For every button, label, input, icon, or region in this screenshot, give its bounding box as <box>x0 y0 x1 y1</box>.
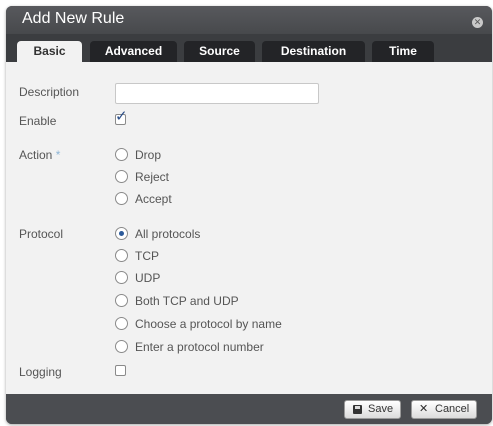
protocol-radio-tcp[interactable] <box>115 249 128 262</box>
tab-destination[interactable]: Destination <box>262 41 365 62</box>
close-icon[interactable]: ✕ <box>472 17 483 28</box>
tab-bar: Basic Advanced Source Destination Time <box>6 34 492 62</box>
protocol-option-tcp[interactable]: TCP <box>135 249 159 263</box>
required-marker: * <box>55 148 61 162</box>
save-button[interactable]: Save <box>344 400 401 419</box>
action-option-accept[interactable]: Accept <box>135 192 172 206</box>
protocol-option-by-name[interactable]: Choose a protocol by name <box>135 317 282 331</box>
cancel-button[interactable]: ✕ Cancel <box>411 400 477 419</box>
dialog-titlebar[interactable]: Add New Rule ✕ <box>6 6 492 34</box>
enable-label: Enable <box>19 114 57 128</box>
protocol-option-all[interactable]: All protocols <box>135 227 200 241</box>
action-option-drop[interactable]: Drop <box>135 148 161 162</box>
protocol-option-by-number[interactable]: Enter a protocol number <box>135 340 264 354</box>
action-radio-drop[interactable] <box>115 148 128 161</box>
dialog-title: Add New Rule <box>22 10 125 27</box>
save-button-label: Save <box>368 403 394 415</box>
dialog-footer: Save ✕ Cancel <box>6 394 492 424</box>
cancel-button-label: Cancel <box>435 403 470 415</box>
checkmark-icon: ✓ <box>115 108 128 125</box>
action-label-text: Action <box>19 148 53 162</box>
protocol-radio-by-name[interactable] <box>115 317 128 330</box>
protocol-radio-all[interactable] <box>115 227 128 240</box>
protocol-radio-by-number[interactable] <box>115 340 128 353</box>
basic-tab-panel: Description Enable ✓ Action * Drop Rejec… <box>6 62 492 394</box>
protocol-option-udp[interactable]: UDP <box>135 271 160 285</box>
action-option-reject[interactable]: Reject <box>135 170 169 184</box>
action-radio-accept[interactable] <box>115 192 128 205</box>
enable-checkbox[interactable]: ✓ <box>115 109 128 125</box>
tab-time[interactable]: Time <box>372 41 434 62</box>
save-icon <box>353 405 362 414</box>
protocol-radio-both[interactable] <box>115 294 128 307</box>
cancel-x-icon: ✕ <box>419 403 429 415</box>
tab-advanced[interactable]: Advanced <box>90 41 177 62</box>
logging-label: Logging <box>19 365 62 379</box>
protocol-option-both[interactable]: Both TCP and UDP <box>135 294 239 308</box>
protocol-radio-udp[interactable] <box>115 271 128 284</box>
action-label: Action * <box>19 148 60 162</box>
action-radio-reject[interactable] <box>115 170 128 183</box>
protocol-label: Protocol <box>19 227 64 241</box>
logging-checkbox[interactable] <box>115 365 126 376</box>
description-label: Description <box>19 85 80 99</box>
add-rule-dialog: Add New Rule ✕ Basic Advanced Source Des… <box>6 6 492 424</box>
tab-source[interactable]: Source <box>184 41 255 62</box>
tab-basic[interactable]: Basic <box>17 41 82 62</box>
description-input[interactable] <box>115 83 319 104</box>
